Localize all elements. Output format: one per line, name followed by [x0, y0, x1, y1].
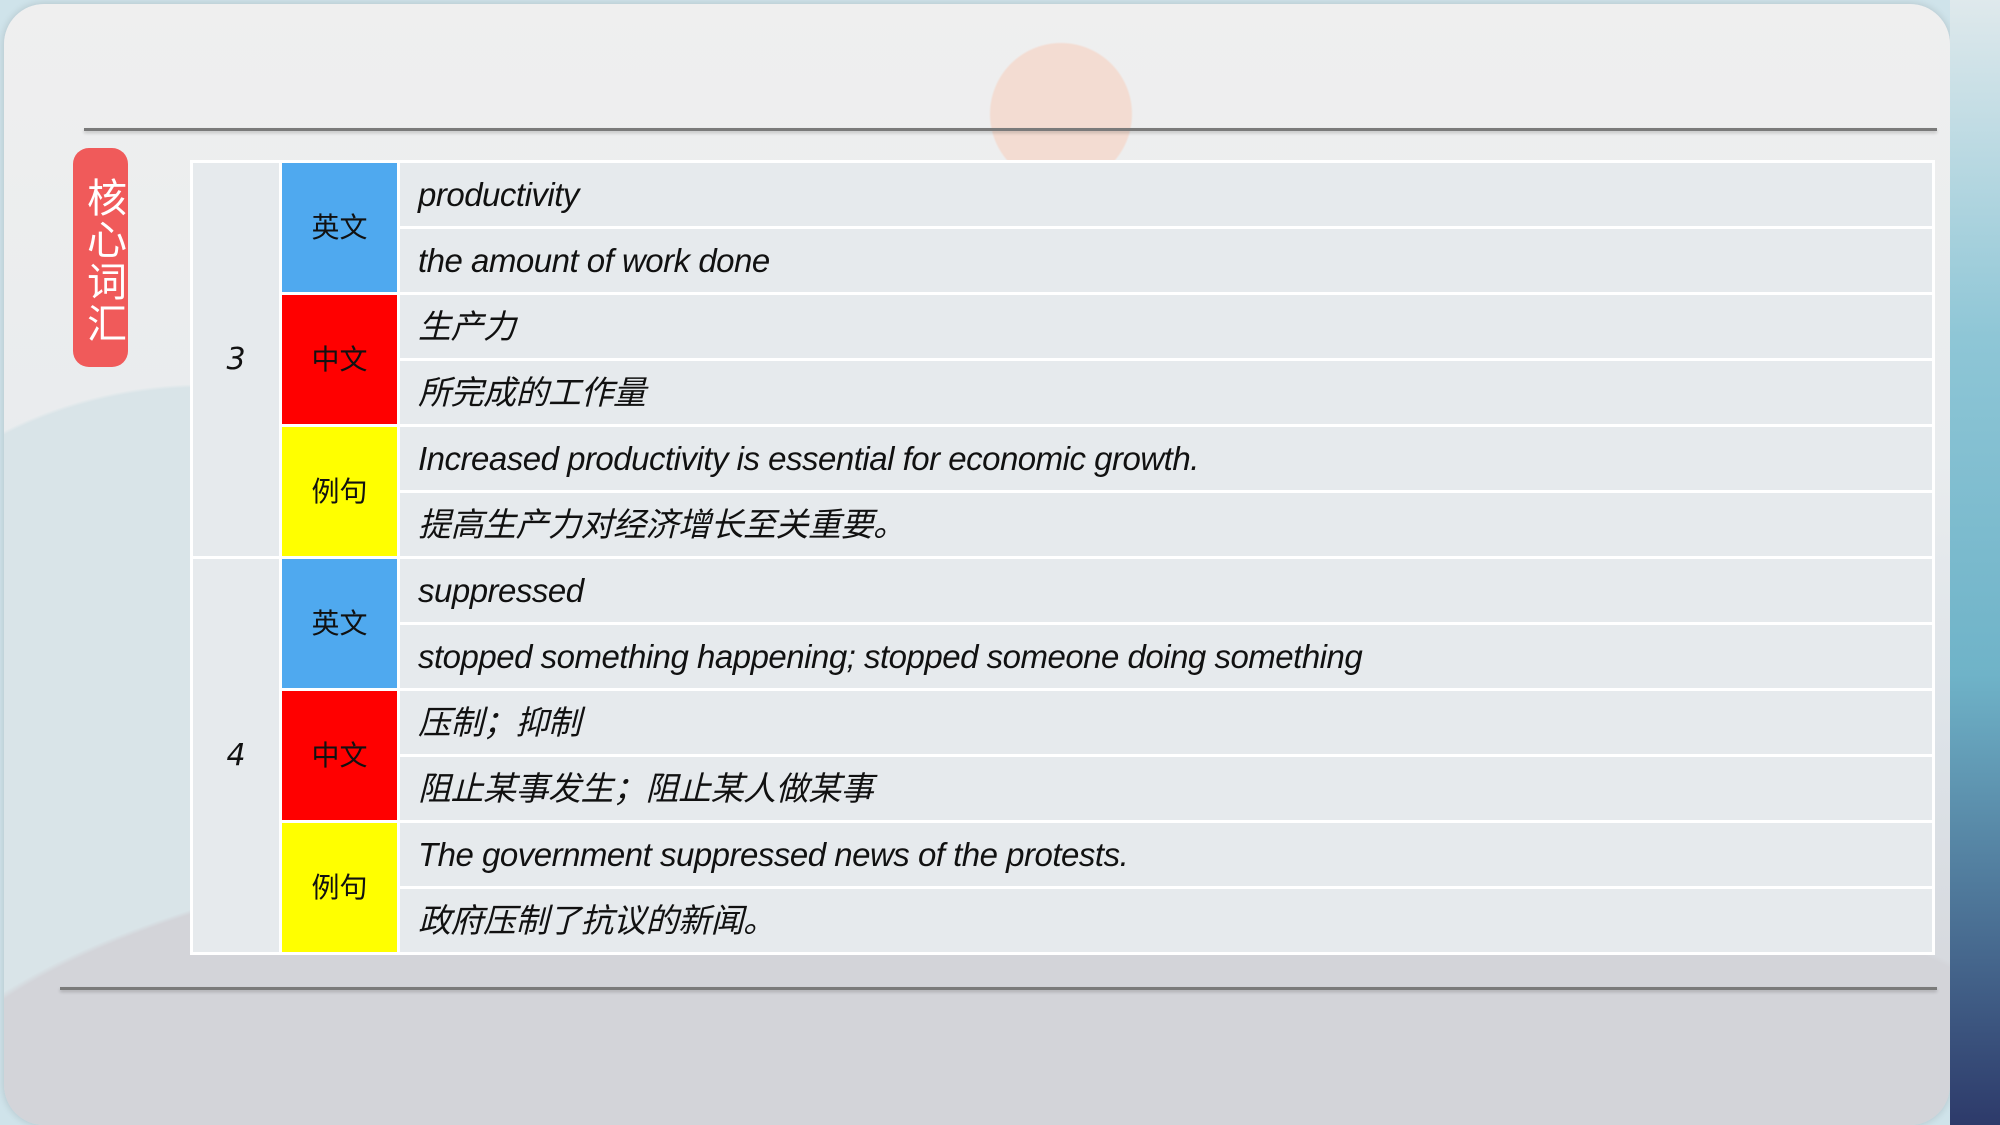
table-row: 中文 压制；抑制 [192, 688, 1935, 823]
bottom-divider [60, 987, 1937, 990]
word-text: suppressed [397, 556, 1935, 625]
word-text: productivity [397, 160, 1935, 229]
table-row: 3 英文 productivity [190, 160, 1935, 559]
table-row: 所完成的工作量 [192, 358, 1935, 427]
table-row: the amount of work done [192, 226, 1935, 295]
cn-word-text: 生产力 [397, 292, 1935, 361]
example-label: 例句 [279, 820, 400, 955]
example-cn-text: 政府压制了抗议的新闻。 [397, 886, 1935, 955]
cn-definition-text: 阻止某事发生；阻止某人做某事 [397, 754, 1935, 823]
example-en-text: The government suppressed news of the pr… [397, 820, 1935, 889]
table-row: 4 英文 suppressed [190, 556, 1935, 955]
vocabulary-table-body: 3 英文 productivity the amount of work done 中文… [190, 160, 1935, 955]
entry-number: 3 [190, 160, 282, 559]
example-label: 例句 [279, 424, 400, 559]
chinese-label: 中文 [279, 292, 400, 427]
cn-definition-text: 所完成的工作量 [397, 358, 1935, 427]
table-row: 提高生产力对经济增长至关重要。 [192, 490, 1935, 559]
vocabulary-table: 3 英文 productivity the amount of work done 中文… [190, 160, 1935, 955]
top-divider [84, 128, 1937, 131]
entry-number: 4 [190, 556, 282, 955]
cn-word-text: 压制；抑制 [397, 688, 1935, 757]
definition-text: the amount of work done [397, 226, 1935, 295]
example-cn-text: 提高生产力对经济增长至关重要。 [397, 490, 1935, 559]
section-badge: 核心词汇 [73, 148, 128, 367]
example-en-text: Increased productivity is essential for … [397, 424, 1935, 493]
definition-text: stopped something happening; stopped som… [397, 622, 1935, 691]
chinese-label: 中文 [279, 688, 400, 823]
table-row: 阻止某事发生；阻止某人做某事 [192, 754, 1935, 823]
table-row: 政府压制了抗议的新闻。 [192, 886, 1935, 955]
table-row: 例句 The government suppressed news of the … [192, 820, 1935, 955]
english-label: 英文 [279, 160, 400, 295]
table-row: 例句 Increased productivity is essential fo… [192, 424, 1935, 559]
background-strip [1950, 0, 2000, 1125]
table-row: 中文 生产力 [192, 292, 1935, 427]
english-label: 英文 [279, 556, 400, 691]
table-row: stopped something happening; stopped som… [192, 622, 1935, 691]
